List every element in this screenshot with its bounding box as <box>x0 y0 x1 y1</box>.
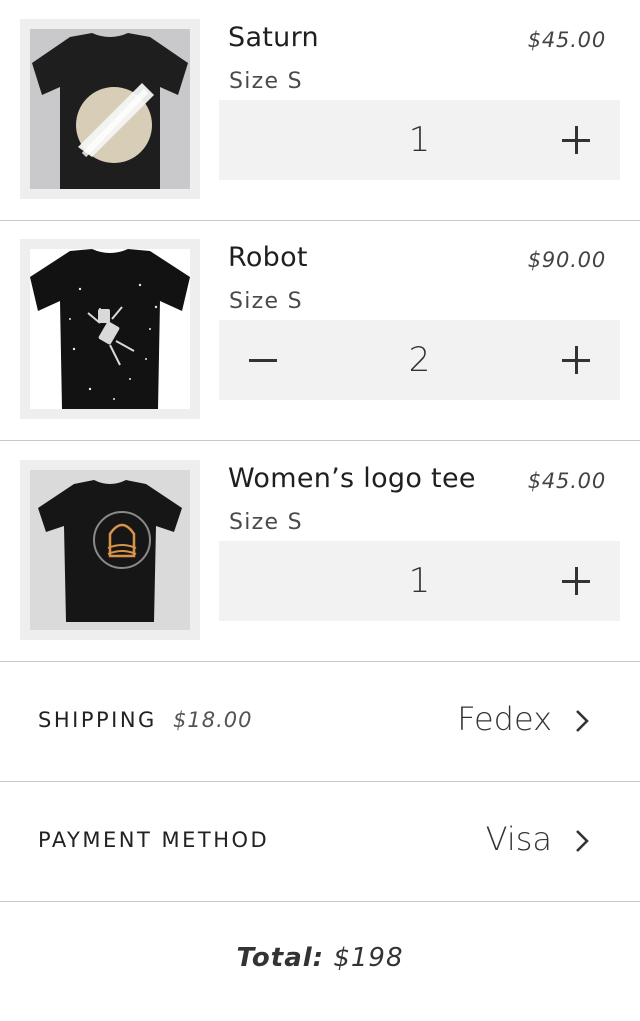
increase-quantity-button[interactable] <box>556 120 596 160</box>
item-price: $45.00 <box>527 469 606 493</box>
payment-method-label: PAYMENT METHOD <box>38 828 270 852</box>
total-label: Total: <box>236 943 325 973</box>
order-total: Total: $198 <box>0 943 640 973</box>
item-price: $90.00 <box>527 248 606 272</box>
shipping-cost: $18.00 <box>173 708 253 732</box>
shipping-row[interactable]: SHIPPING $18.00 Fedex <box>0 662 640 782</box>
increase-quantity-button[interactable] <box>556 340 596 380</box>
item-size: Size S <box>229 289 303 314</box>
robot-tshirt-image <box>30 249 190 409</box>
item-name: Women’s logo tee <box>228 463 476 494</box>
item-size: Size S <box>229 510 303 535</box>
product-thumbnail[interactable] <box>20 460 200 640</box>
item-name: Saturn <box>228 22 319 53</box>
saturn-tshirt-image <box>30 29 190 189</box>
cart-item-saturn: Saturn $45.00 Size S 1 <box>0 0 640 221</box>
product-thumbnail[interactable] <box>20 19 200 199</box>
shipping-label: SHIPPING <box>38 708 157 732</box>
payment-method-row[interactable]: PAYMENT METHOD Visa <box>0 782 640 902</box>
cart-item-womens-logo-tee: Women’s logo tee $45.00 Size S 1 <box>0 441 640 662</box>
payment-method-value: Visa <box>485 820 552 858</box>
quantity-stepper: 1 <box>219 100 620 180</box>
shipping-carrier: Fedex <box>457 700 552 738</box>
cart-item-robot: Robot $90.00 Size S 2 <box>0 220 640 441</box>
total-amount: $198 <box>333 943 404 973</box>
item-size: Size S <box>229 69 303 94</box>
increase-quantity-button[interactable] <box>556 561 596 601</box>
item-name: Robot <box>228 242 308 273</box>
chevron-right-icon <box>576 830 589 852</box>
quantity-stepper: 1 <box>219 541 620 621</box>
item-price: $45.00 <box>527 28 606 52</box>
logo-tshirt-image <box>30 470 190 630</box>
quantity-stepper: 2 <box>219 320 620 400</box>
product-thumbnail[interactable] <box>20 239 200 419</box>
chevron-right-icon <box>576 710 589 732</box>
